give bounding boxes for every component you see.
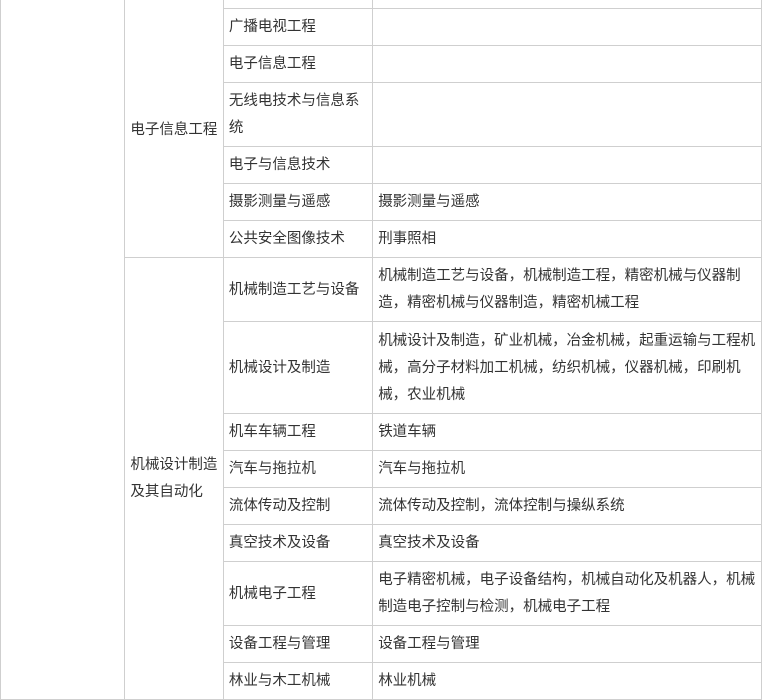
old-major-cell: 林业机械	[372, 662, 762, 700]
major-cell: 真空技术及设备	[222, 524, 374, 562]
old-major-cell	[372, 8, 762, 46]
major-cell: 电子与信息技术	[222, 146, 374, 184]
major-cell: 电子信息工程	[222, 45, 374, 83]
old-major-cell: 真空技术及设备	[372, 524, 762, 562]
old-major-cell: 电子精密机械，电子设备结构，机械自动化及机器人，机械制造电子控制与检测，机械电子…	[372, 561, 762, 626]
old-major-cell: 流体传动及控制，流体控制与操纵系统	[372, 487, 762, 525]
group-name-text: 电子信息工程	[130, 121, 218, 138]
major-cell: 机械电子工程	[222, 561, 374, 626]
major-cell: 公共安全图像技术	[222, 220, 374, 258]
major-cell: 流体传动及控制	[222, 487, 374, 525]
left-blank-column	[0, 0, 126, 700]
old-major-cell: 铁道车辆	[372, 413, 762, 451]
old-major-cell: 刑事照相	[372, 220, 762, 258]
major-cell: 广播电视工程	[222, 8, 374, 46]
group-name: 机械设计制造及其自动化	[124, 257, 224, 700]
major-cell: 无线电技术与信息系统	[222, 82, 374, 147]
group-name: 电子信息工程	[124, 0, 224, 258]
major-cell: 摄影测量与遥感	[222, 183, 374, 221]
table-body: 电子信息工程 广播电视工程 电子信息工程 无线电技术与信息系统 电子与信息技术 …	[0, 0, 762, 700]
major-cell: 机械设计及制造	[222, 321, 374, 414]
major-table: 电子信息工程 广播电视工程 电子信息工程 无线电技术与信息系统 电子与信息技术 …	[0, 0, 762, 700]
old-major-cell: 汽车与拖拉机	[372, 450, 762, 488]
old-major-cell: 摄影测量与遥感	[372, 183, 762, 221]
old-major-cell: 机械设计及制造，矿业机械，冶金机械，起重运输与工程机械，高分子材料加工机械，纺织…	[372, 321, 762, 414]
major-cell: 机械制造工艺与设备	[222, 257, 374, 322]
old-major-cell	[372, 0, 762, 9]
major-cell	[222, 0, 374, 9]
table-row: 电子信息工程	[0, 0, 762, 700]
old-major-cell	[372, 146, 762, 184]
major-cell: 设备工程与管理	[222, 625, 374, 663]
old-major-cell	[372, 45, 762, 83]
major-cell: 林业与木工机械	[222, 662, 374, 700]
group-name-text: 机械设计制造及其自动化	[130, 457, 218, 500]
old-major-cell: 机械制造工艺与设备，机械制造工程，精密机械与仪器制造，精密机械与仪器制造，精密机…	[372, 257, 762, 322]
major-cell: 汽车与拖拉机	[222, 450, 374, 488]
major-cell: 机车车辆工程	[222, 413, 374, 451]
old-major-cell	[372, 82, 762, 147]
old-major-cell: 设备工程与管理	[372, 625, 762, 663]
